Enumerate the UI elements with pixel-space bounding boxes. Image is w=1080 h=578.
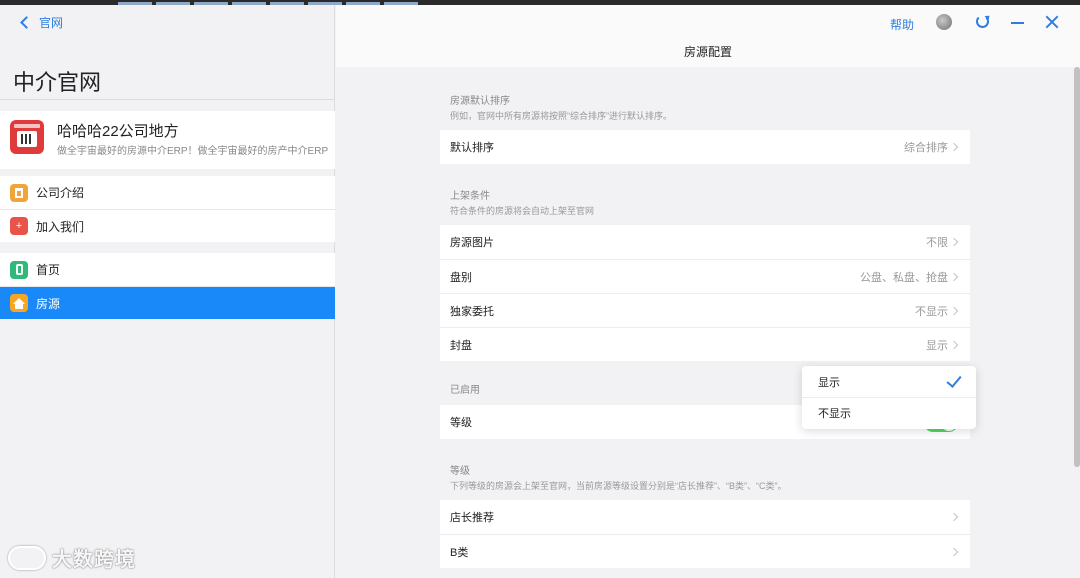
check-icon xyxy=(946,372,962,388)
option-label: 显示 xyxy=(818,376,840,389)
row-value: 不显示 xyxy=(915,305,948,318)
phone-icon xyxy=(10,260,28,279)
menu-group-pages: 首页 房源 xyxy=(0,253,335,319)
watermark-logo-icon xyxy=(8,545,46,570)
company-logo xyxy=(10,120,44,154)
section-note-level: 下列等级的房源会上架至官网，当前房源等级设置分别是“店长推荐”、“B类”、“C类… xyxy=(450,481,787,491)
option-show[interactable]: 显示 xyxy=(802,366,976,397)
row-label: 封盘 xyxy=(450,339,472,352)
row-photos[interactable]: 房源图片 不限 xyxy=(440,225,970,259)
company-name: 哈哈哈22公司地方 xyxy=(57,123,179,140)
chevron-right-icon xyxy=(949,547,959,557)
building-icon xyxy=(10,183,28,202)
chevron-right-icon xyxy=(949,237,959,247)
display-option-popup: 显示 不显示 xyxy=(802,366,976,429)
sidebar: 官网 中介官网 哈哈哈22公司地方 做全宇宙最好的房源中介ERP！做全宇宙最好的… xyxy=(0,5,335,578)
company-desc: 做全宇宙最好的房源中介ERP！做全宇宙最好的房产中介ERP！… xyxy=(57,146,329,157)
row-value: 不限 xyxy=(926,237,948,249)
card-listing: 房源图片 不限 盘别 公盘、私盘、抢盘 独家委托 不显示 封盘 显示 xyxy=(440,225,970,361)
section-note-sort: 例如，官网中所有房源将按照“综合排序”进行默认排序。 xyxy=(450,111,672,121)
menu-group-company: 公司介绍 + 加入我们 xyxy=(0,176,335,242)
row-label: 盘别 xyxy=(450,271,472,284)
row-label: 独家委托 xyxy=(450,305,494,318)
sidebar-item-label: 公司介绍 xyxy=(36,186,85,200)
row-label: 默认排序 xyxy=(450,142,494,154)
page-title: 房源配置 xyxy=(683,45,732,59)
row-label: 等级 xyxy=(450,417,472,429)
company-card[interactable]: 哈哈哈22公司地方 做全宇宙最好的房源中介ERP！做全宇宙最好的房产中介ERP！… xyxy=(0,111,335,169)
row-label: 店长推荐 xyxy=(450,512,494,524)
sidebar-item-label: 首页 xyxy=(36,263,61,277)
option-label: 不显示 xyxy=(818,408,851,420)
refresh-icon[interactable] xyxy=(976,15,989,28)
add-user-icon: + xyxy=(10,217,28,235)
sidebar-item-join-us[interactable]: + 加入我们 xyxy=(0,209,335,242)
section-title-listing: 上架条件 xyxy=(450,191,490,202)
row-sealed[interactable]: 封盘 显示 xyxy=(440,327,970,361)
row-manager-pick[interactable]: 店长推荐 xyxy=(440,500,970,534)
sidebar-item-home[interactable]: 首页 xyxy=(0,253,335,286)
avatar[interactable] xyxy=(936,14,952,30)
row-label: 房源图片 xyxy=(450,237,494,249)
scrollbar[interactable] xyxy=(1074,67,1080,467)
chevron-right-icon xyxy=(949,512,959,522)
option-hide[interactable]: 不显示 xyxy=(802,397,976,428)
chevron-right-icon xyxy=(949,340,959,350)
section-note-listing: 符合条件的房源将会自动上架至官网 xyxy=(450,206,595,216)
sidebar-item-listings[interactable]: 房源 xyxy=(0,286,335,319)
sidebar-item-label: 加入我们 xyxy=(36,219,85,234)
sidebar-title: 中介官网 xyxy=(13,70,102,95)
card-level: 店长推荐 B类 xyxy=(440,500,970,568)
row-value: 公盘、私盘、抢盘 xyxy=(860,271,948,284)
chevron-left-icon xyxy=(20,16,33,29)
row-value: 综合排序 xyxy=(904,142,948,154)
card-sort: 默认排序 综合排序 xyxy=(440,130,970,164)
home-icon xyxy=(10,294,28,312)
watermark-text: 大数跨境 xyxy=(52,549,136,571)
row-label: B类 xyxy=(450,546,469,559)
settings-content: 房源默认排序 例如，官网中所有房源将按照“综合排序”进行默认排序。 默认排序 综… xyxy=(440,67,970,568)
minimize-icon[interactable] xyxy=(1011,22,1024,24)
sidebar-item-company-intro[interactable]: 公司介绍 xyxy=(0,176,335,209)
row-value: 显示 xyxy=(926,339,948,352)
sidebar-item-label: 房源 xyxy=(36,296,61,311)
qr-code-icon xyxy=(17,131,37,147)
row-listing-type[interactable]: 盘别 公盘、私盘、抢盘 xyxy=(440,259,970,293)
chevron-right-icon xyxy=(949,142,959,152)
section-title-level: 等级 xyxy=(450,466,470,477)
help-link[interactable]: 帮助 xyxy=(890,16,914,33)
header: 帮助 房源配置 xyxy=(336,5,1080,67)
back-button[interactable]: 官网 xyxy=(20,14,64,31)
watermark: 大数跨境 xyxy=(8,543,136,572)
row-class-b[interactable]: B类 xyxy=(440,534,970,568)
back-label: 官网 xyxy=(39,16,64,30)
close-icon[interactable] xyxy=(1045,15,1059,29)
row-exclusive[interactable]: 独家委托 不显示 xyxy=(440,293,970,327)
chevron-right-icon xyxy=(949,306,959,316)
row-default-sort[interactable]: 默认排序 综合排序 xyxy=(440,130,970,164)
chevron-right-icon xyxy=(949,272,959,282)
divider xyxy=(0,99,335,100)
section-title-sort: 房源默认排序 xyxy=(450,96,510,107)
main-panel: 帮助 房源配置 房源默认排序 例如，官网中所有房源将按照“综合排序”进行默认排序… xyxy=(336,5,1080,578)
